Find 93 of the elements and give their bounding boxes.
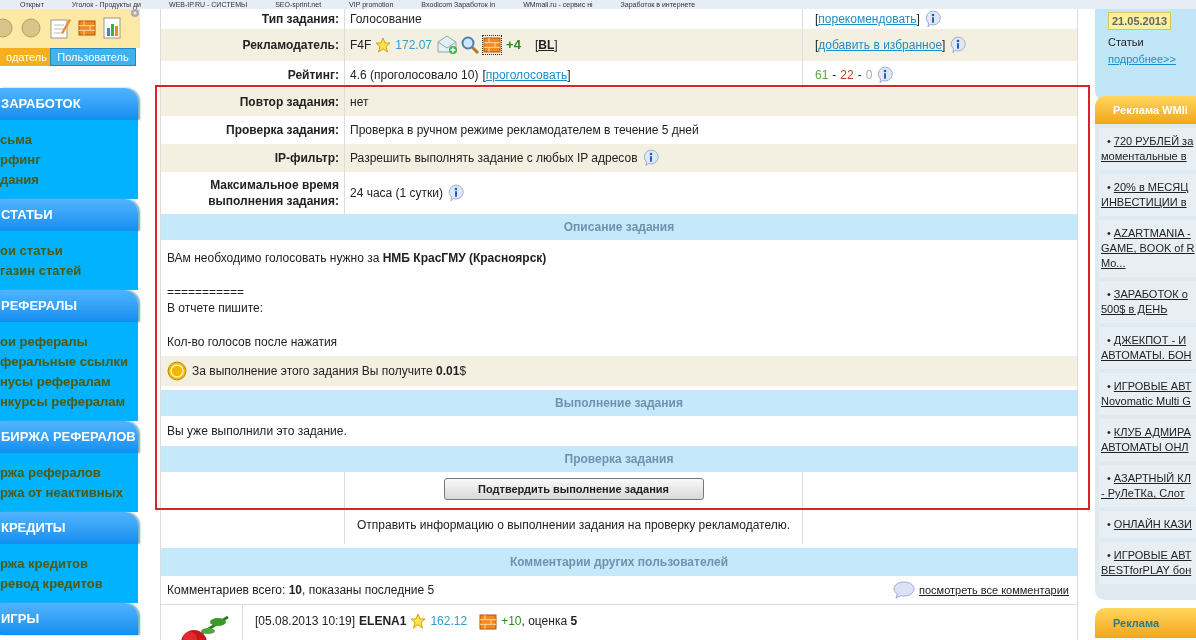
ad-link[interactable]: Mo... (1101, 256, 1196, 271)
field-value: Голосование (350, 11, 422, 28)
bracket: [ (534, 38, 539, 52)
chat-bubble-icon (893, 580, 916, 600)
description-text: В отчете пишите: (167, 300, 265, 316)
brick-icon (78, 19, 96, 37)
bullet: • (1107, 518, 1111, 530)
description-text: =========== (167, 284, 246, 300)
bullet: • (1107, 288, 1111, 300)
bonus: +4 (506, 36, 521, 55)
bracket: [ (482, 67, 486, 82)
ad-link[interactable]: ЗАРАБОТОК о (1113, 288, 1188, 300)
score: 172.07 (395, 37, 433, 54)
ad-link[interactable]: АЗАРТНЫЙ КЛ (1113, 472, 1191, 484)
brick-icon (479, 613, 498, 631)
ad-link[interactable]: 20% в МЕСЯЦ (1113, 181, 1189, 193)
section-header: Выполнение задания (161, 390, 1077, 416)
advertiser-name: F4F (350, 37, 372, 54)
field-value: 4.6 (проголосовало 10) (350, 66, 479, 84)
ad-link[interactable]: АВТОМАТЫ ОНЛ (1101, 440, 1196, 455)
comment-grade: , оценка 5 (521, 613, 578, 629)
bracket: [ (815, 38, 819, 52)
vote-count: 22 (840, 66, 854, 84)
description-text: Кол-во голосов после нажатия (167, 334, 339, 350)
info-icon (641, 149, 660, 167)
reward-text: За выполнение этого задания Вы получите 0.01$ (192, 363, 467, 380)
bullet: • (1107, 135, 1111, 147)
bullet: • (1107, 426, 1111, 438)
description-text: ВАм необходимо голосовать нужно за НМБ КрасГМУ (Красноярск) (167, 250, 548, 266)
separator: - (857, 66, 862, 84)
chart-icon (102, 16, 124, 40)
bullet: • (1107, 227, 1111, 239)
note-text: Отправить информацию о выполнении задания на проверку рекламодателю. (356, 517, 791, 534)
ad-link[interactable]: 720 РУБЛЕЙ за (1113, 135, 1194, 147)
info-icon (447, 184, 466, 202)
bonus: +10 (501, 613, 522, 629)
vote-count: 61 (815, 66, 829, 84)
bracket: ] (916, 12, 920, 26)
ad-link[interactable]: КЛУБ АДМИРА (1113, 426, 1191, 438)
info-icon (949, 36, 968, 54)
notepad-icon (48, 16, 72, 40)
mail-add-icon (436, 35, 459, 55)
bracket: ] (942, 38, 946, 52)
separator: - (832, 66, 837, 84)
ad-link[interactable]: AZARTMANIA - (1113, 227, 1191, 239)
info-icon (876, 65, 895, 84)
star-icon (375, 37, 392, 53)
star-icon (410, 613, 427, 629)
score: 162.12 (430, 613, 468, 629)
ad-link[interactable]: GAME, BOOK of R (1101, 241, 1196, 256)
ad-link[interactable]: ИГРОВЫЕ АВТ (1113, 380, 1192, 392)
ad-link[interactable]: ДЖЕКПОТ - И (1113, 334, 1187, 346)
brick-icon (483, 36, 502, 54)
section-header: Проверка задания (161, 446, 1077, 472)
bullet: • (1107, 181, 1111, 193)
bullet: • (1107, 380, 1111, 392)
ad-link[interactable]: АВТОМАТЫ. БОН (1101, 348, 1196, 363)
ad-link[interactable]: ИНВЕСТИЦИИ в (1101, 195, 1196, 210)
confirm-button[interactable]: Подтвердить выполнение задания (443, 478, 704, 500)
bracket: ] (554, 38, 558, 52)
date-badge: 21.05.2013 (1108, 12, 1172, 30)
bullet: • (1107, 549, 1111, 561)
field-value: Проверка в ручном режиме рекламодателем в течение 5 дней (350, 122, 699, 139)
link[interactable]: порекомендовать (818, 12, 917, 26)
ad-link[interactable]: Novomatic Multi G (1101, 394, 1196, 409)
comment-author: ELENA1 (359, 613, 407, 629)
panel-header: Реклама WMli (1095, 96, 1196, 124)
ad-link[interactable]: ОНЛАЙН КАЗИ (1113, 518, 1192, 530)
ad-link[interactable]: - РуЛеТКа, Слот (1101, 486, 1196, 501)
field-value: Разрешить выполнять задание с любых IP адресов (350, 150, 638, 167)
comments-summary: Комментариев всего: 10, показаны последние 5 (167, 582, 435, 599)
search-icon (460, 35, 481, 55)
comment-date: [05.08.2013 10:19] (255, 613, 356, 629)
link[interactable]: посмотреть все комментарии (919, 581, 1069, 599)
bracket: [ (815, 12, 819, 26)
coin-icon (167, 361, 187, 381)
section-header: Описание задания (161, 214, 1077, 240)
bracket: ] (567, 67, 571, 82)
field-value: нет (350, 94, 369, 111)
ad-link[interactable]: моментальные в (1101, 149, 1196, 164)
field-value: 24 часа (1 сутки) (350, 185, 444, 202)
vote-count: 0 (865, 66, 873, 84)
panel-header: Реклама (1095, 608, 1196, 638)
section-header: Комментарии других пользователей (161, 548, 1077, 576)
ad-link[interactable]: 500$ в ДЕНЬ (1101, 302, 1196, 317)
bullet: • (1107, 334, 1111, 346)
news-title: Статьи (1108, 35, 1144, 50)
medal-icon (0, 16, 14, 40)
medal-icon (20, 16, 42, 40)
ad-link[interactable]: ИГРОВЫЕ АВТ (1113, 549, 1192, 561)
ad-link[interactable]: BESTforPLAY бон (1101, 563, 1196, 578)
status-text: Вы уже выполнили это задание. (166, 423, 348, 440)
bullet: • (1107, 472, 1111, 484)
